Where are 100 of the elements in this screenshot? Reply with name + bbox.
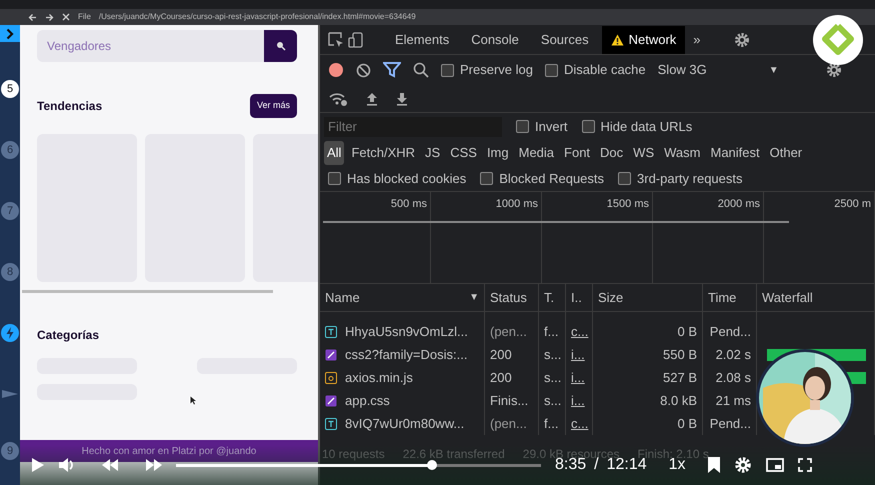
back-icon[interactable] bbox=[28, 12, 37, 22]
checkbox-label: Disable cache bbox=[564, 61, 646, 80]
fullscreen-button[interactable] bbox=[798, 458, 812, 472]
initiator-link[interactable]: c... bbox=[571, 324, 588, 339]
forward-button[interactable] bbox=[146, 459, 162, 471]
type-filter[interactable]: Font bbox=[561, 141, 594, 165]
table-cell: Finis... bbox=[490, 393, 528, 408]
play-button[interactable] bbox=[32, 458, 44, 472]
initiator-link[interactable]: i... bbox=[571, 393, 585, 408]
forward-icon[interactable] bbox=[45, 12, 54, 22]
close-icon[interactable] bbox=[62, 13, 70, 21]
type-filter[interactable]: Media bbox=[516, 141, 558, 165]
volume-button[interactable] bbox=[58, 458, 74, 472]
upload-icon[interactable] bbox=[366, 92, 378, 106]
request-name[interactable]: 8vIQ7wUr0m80ww... bbox=[345, 412, 464, 435]
type-filter[interactable]: Img bbox=[484, 141, 512, 165]
column-header[interactable]: Time bbox=[703, 284, 757, 312]
devtools-tab[interactable]: Elements bbox=[386, 26, 458, 54]
initiator-link[interactable]: c... bbox=[571, 416, 588, 431]
filter-checkbox[interactable] bbox=[480, 172, 494, 185]
table-cell: f... bbox=[544, 416, 558, 431]
fast-forward-icon bbox=[146, 459, 162, 471]
table-cell: 8.0 kB bbox=[660, 393, 697, 408]
logo-icon bbox=[813, 15, 863, 65]
inspect-icon[interactable] bbox=[328, 32, 344, 48]
invert-checkbox[interactable] bbox=[516, 120, 529, 133]
file-label: File bbox=[78, 11, 91, 23]
column-header[interactable]: Waterfall bbox=[757, 284, 875, 312]
checkbox-label: Invert bbox=[535, 118, 568, 136]
devtools-tab[interactable]: Network bbox=[602, 26, 686, 54]
more-tabs-button[interactable]: » bbox=[693, 30, 701, 50]
download-icon[interactable] bbox=[396, 92, 408, 106]
picture-in-picture-button[interactable] bbox=[766, 458, 784, 472]
type-filter[interactable]: CSS bbox=[447, 141, 480, 165]
initiator-link[interactable]: i... bbox=[571, 347, 585, 362]
filter-field[interactable]: Filter bbox=[324, 116, 502, 136]
disable-cache-checkbox[interactable] bbox=[544, 64, 558, 76]
type-filter[interactable]: Other bbox=[766, 141, 806, 165]
time-tick: 2500 m bbox=[834, 198, 871, 210]
request-name[interactable]: css2?family=Dosis:... bbox=[345, 343, 468, 366]
throttling-select[interactable]: Slow 3G bbox=[658, 60, 707, 80]
table-cell: 527 B bbox=[663, 370, 697, 385]
chevron-icon bbox=[6, 28, 14, 40]
status-text: 22.6 kB transferred bbox=[402, 446, 505, 463]
devtools-tab[interactable]: Console bbox=[462, 26, 528, 54]
type-filter[interactable]: WS bbox=[630, 141, 658, 165]
type-filter[interactable]: Wasm bbox=[661, 141, 704, 165]
lesson-step[interactable]: 5 bbox=[1, 80, 19, 98]
rewind-icon bbox=[102, 459, 118, 471]
sort-caret[interactable]: ▼ bbox=[469, 284, 479, 312]
column-header[interactable]: I.. bbox=[566, 284, 593, 312]
filter-checkbox[interactable] bbox=[618, 172, 632, 185]
bookmark-icon bbox=[708, 457, 720, 473]
checkbox-label: Has blocked cookies bbox=[347, 170, 466, 188]
expand-button[interactable] bbox=[0, 25, 20, 42]
column-header[interactable]: T. bbox=[539, 284, 566, 312]
type-filter[interactable]: JS bbox=[422, 141, 444, 165]
rewind-button[interactable] bbox=[102, 459, 118, 471]
request-name[interactable]: axios.min.js bbox=[345, 366, 413, 389]
cursor-icon bbox=[190, 396, 196, 404]
column-header[interactable]: Name ▼ bbox=[320, 284, 485, 312]
time-tick: 1000 ms bbox=[496, 198, 538, 210]
time-separator: / bbox=[594, 456, 599, 475]
table-cell: 21 ms bbox=[716, 393, 751, 408]
checkbox-label: Hide data URLs bbox=[600, 118, 692, 136]
search-icon[interactable] bbox=[413, 62, 429, 78]
column-header[interactable]: Status bbox=[485, 284, 539, 312]
search-icon bbox=[276, 41, 286, 51]
hide-data-urls-checkbox[interactable] bbox=[582, 120, 595, 133]
see-more-button[interactable]: Ver más bbox=[250, 94, 297, 118]
bookmark-button[interactable] bbox=[708, 457, 720, 473]
preserve-log-checkbox[interactable] bbox=[441, 64, 454, 76]
devtools-tab[interactable]: Sources bbox=[532, 26, 598, 54]
settings-icon[interactable] bbox=[824, 61, 843, 79]
column-header[interactable]: Size bbox=[593, 284, 703, 312]
type-filter[interactable]: Doc bbox=[597, 141, 626, 165]
type-filter[interactable]: Manifest bbox=[707, 141, 763, 165]
fullscreen-icon bbox=[798, 458, 812, 472]
scrollbar[interactable] bbox=[22, 290, 273, 292]
dropdown-caret[interactable]: ▼ bbox=[768, 62, 779, 78]
filter-icon[interactable] bbox=[383, 62, 401, 78]
request-name[interactable]: app.css bbox=[345, 389, 390, 412]
request-name[interactable]: HhyaU5sn9vOmLzl... bbox=[345, 320, 468, 343]
address-field[interactable]: /Users/juandc/MyCourses/curso-api-rest-javascript-profesional/index.html#movie=634649 bbox=[98, 11, 416, 23]
clear-icon[interactable] bbox=[356, 62, 371, 78]
record-button[interactable] bbox=[328, 62, 344, 78]
flag-icon[interactable] bbox=[1, 389, 19, 399]
type-filter[interactable]: Fetch/XHR bbox=[348, 141, 418, 165]
lightning-icon[interactable] bbox=[1, 324, 19, 342]
settings-icon[interactable] bbox=[732, 30, 751, 48]
table-cell: 0 B bbox=[677, 324, 697, 339]
device-icon[interactable] bbox=[348, 32, 364, 48]
network-conditions-icon[interactable] bbox=[328, 90, 348, 106]
time-tick: 500 ms bbox=[390, 198, 427, 210]
settings-button[interactable] bbox=[734, 456, 752, 474]
type-filter[interactable]: All bbox=[324, 141, 344, 165]
initiator-link[interactable]: i... bbox=[571, 370, 585, 385]
filter-checkbox[interactable] bbox=[328, 172, 341, 185]
search-button[interactable] bbox=[264, 30, 297, 62]
time-tick: 2000 ms bbox=[718, 198, 760, 210]
